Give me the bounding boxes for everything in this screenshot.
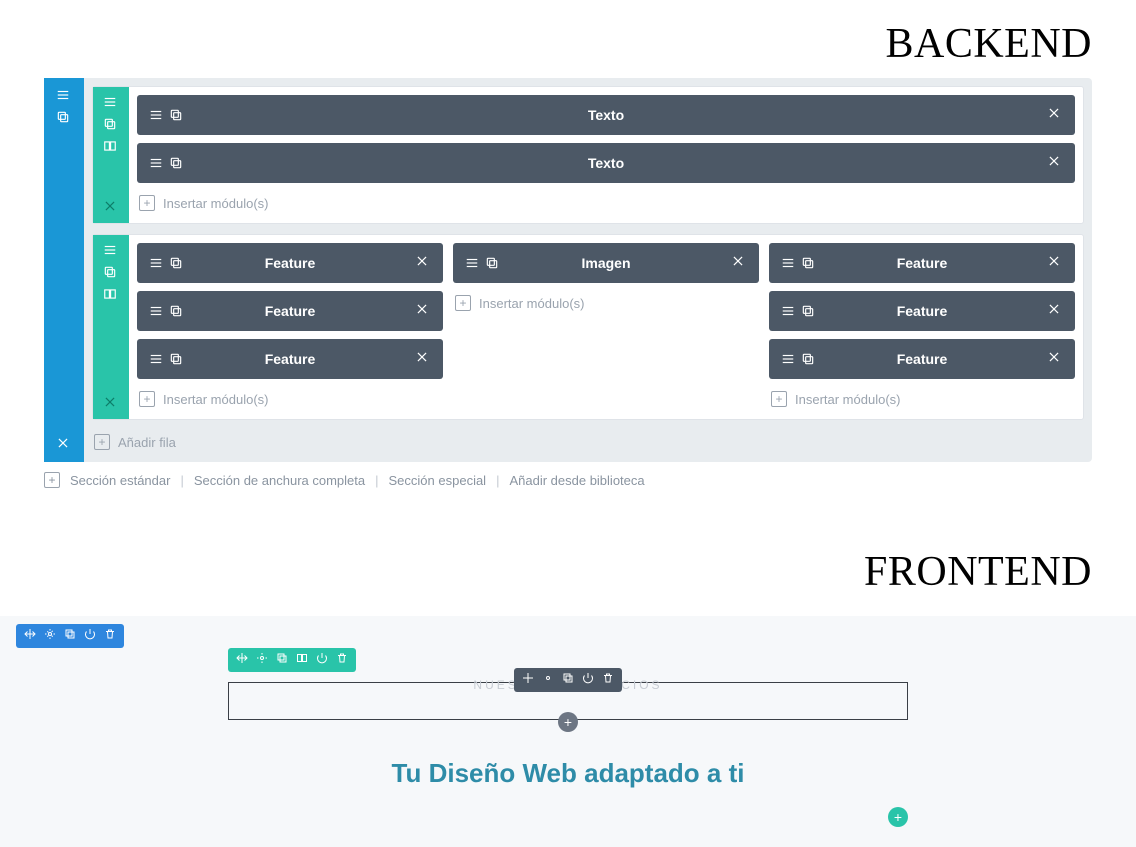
insert-module-button[interactable]: + Insertar módulo(s) — [769, 387, 1075, 411]
section-rail — [44, 78, 84, 462]
copy-icon[interactable] — [56, 110, 72, 126]
copy-icon[interactable] — [562, 671, 574, 689]
power-icon[interactable] — [582, 671, 594, 689]
plus-icon: + — [139, 195, 155, 211]
copy-icon[interactable] — [103, 117, 119, 133]
insert-module-label: Insertar módulo(s) — [795, 392, 900, 407]
module-title: Texto — [137, 107, 1075, 123]
trash-icon[interactable] — [602, 671, 614, 689]
module[interactable]: Imagen — [453, 243, 759, 283]
module-title: Imagen — [453, 255, 759, 271]
row-toolbar[interactable] — [228, 648, 356, 672]
module-title: Feature — [769, 351, 1075, 367]
section: Texto Texto + Insertar módulo(s) — [44, 78, 1092, 462]
section-toolbar[interactable] — [16, 624, 124, 648]
frontend-canvas: NUESTROS SERVICIOS + Tu Diseño Web adapt… — [0, 616, 1136, 847]
module-title: Feature — [137, 351, 443, 367]
insert-module-label: Insertar módulo(s) — [163, 392, 268, 407]
module-title: Feature — [137, 255, 443, 271]
column: Feature Feature Feature — [137, 243, 443, 411]
add-standard-section[interactable]: Sección estándar — [70, 473, 170, 488]
copy-icon[interactable] — [64, 627, 76, 645]
module[interactable]: Feature — [769, 339, 1075, 379]
plus-icon: + — [771, 391, 787, 407]
hamburger-icon[interactable] — [56, 88, 72, 104]
plus-icon: + — [139, 391, 155, 407]
move-icon[interactable] — [24, 627, 36, 645]
module-title: Feature — [137, 303, 443, 319]
module-title: Feature — [769, 255, 1075, 271]
columns-icon[interactable] — [296, 651, 308, 669]
backend-heading: BACKEND — [0, 0, 1136, 78]
add-row-button[interactable]: + — [888, 807, 908, 827]
gear-icon[interactable] — [542, 671, 554, 689]
row: Feature Feature Feature — [92, 234, 1084, 420]
module-outline[interactable]: NUESTROS SERVICIOS + — [228, 682, 908, 720]
insert-module-label: Insertar módulo(s) — [163, 196, 268, 211]
module[interactable]: Feature — [769, 243, 1075, 283]
gear-icon[interactable] — [256, 651, 268, 669]
row-rail — [93, 87, 129, 223]
hamburger-icon[interactable] — [103, 243, 119, 259]
trash-icon[interactable] — [104, 627, 116, 645]
move-icon[interactable] — [522, 671, 534, 689]
frontend-inner: NUESTROS SERVICIOS + Tu Diseño Web adapt… — [228, 648, 908, 827]
row-rail — [93, 235, 129, 419]
insert-module-button[interactable]: + Insertar módulo(s) — [137, 387, 443, 411]
columns-icon[interactable] — [103, 139, 119, 155]
add-row-label: Añadir fila — [118, 435, 176, 450]
gear-icon[interactable] — [44, 627, 56, 645]
power-icon[interactable] — [316, 651, 328, 669]
frontend-heading: FRONTEND — [0, 528, 1136, 606]
add-module-button[interactable]: + — [558, 712, 578, 732]
close-icon[interactable] — [103, 199, 119, 215]
columns-3: Feature Feature Feature — [137, 243, 1075, 411]
copy-icon[interactable] — [276, 651, 288, 669]
plus-icon: + — [455, 295, 471, 311]
column: Feature Feature Feature — [769, 243, 1075, 411]
module-title: Texto — [137, 155, 1075, 171]
trash-icon[interactable] — [336, 651, 348, 669]
add-fullwidth-section[interactable]: Sección de anchura completa — [194, 473, 365, 488]
close-icon[interactable] — [56, 436, 72, 452]
row: Texto Texto + Insertar módulo(s) — [92, 86, 1084, 224]
module-toolbar[interactable] — [514, 668, 622, 692]
module-title: Feature — [769, 303, 1075, 319]
plus-icon: + — [94, 434, 110, 450]
backend-builder: Texto Texto + Insertar módulo(s) — [0, 78, 1136, 488]
page-headline: Tu Diseño Web adaptado a ti — [228, 758, 908, 789]
section-body: Texto Texto + Insertar módulo(s) — [84, 78, 1092, 462]
module[interactable]: Feature — [137, 291, 443, 331]
add-row-button[interactable]: + Añadir fila — [92, 430, 1084, 454]
move-icon[interactable] — [236, 651, 248, 669]
insert-module-button[interactable]: + Insertar módulo(s) — [137, 191, 1075, 215]
module[interactable]: Texto — [137, 143, 1075, 183]
row-body: Feature Feature Feature — [129, 235, 1083, 419]
plus-icon: + — [44, 472, 60, 488]
insert-module-label: Insertar módulo(s) — [479, 296, 584, 311]
module[interactable]: Texto — [137, 95, 1075, 135]
close-icon[interactable] — [103, 395, 119, 411]
copy-icon[interactable] — [103, 265, 119, 281]
hamburger-icon[interactable] — [103, 95, 119, 111]
row-body: Texto Texto + Insertar módulo(s) — [129, 87, 1083, 223]
insert-module-button[interactable]: + Insertar módulo(s) — [453, 291, 759, 315]
section-footer-actions: + Sección estándar | Sección de anchura … — [44, 462, 1092, 488]
module[interactable]: Feature — [137, 339, 443, 379]
module[interactable]: Feature — [769, 291, 1075, 331]
power-icon[interactable] — [84, 627, 96, 645]
columns-icon[interactable] — [103, 287, 119, 303]
add-from-library[interactable]: Añadir desde biblioteca — [509, 473, 644, 488]
add-special-section[interactable]: Sección especial — [389, 473, 487, 488]
column: Imagen + Insertar módulo(s) — [453, 243, 759, 411]
row-toolbar-wrap — [228, 648, 356, 672]
frontend-builder: NUESTROS SERVICIOS + Tu Diseño Web adapt… — [0, 616, 1136, 847]
module[interactable]: Feature — [137, 243, 443, 283]
